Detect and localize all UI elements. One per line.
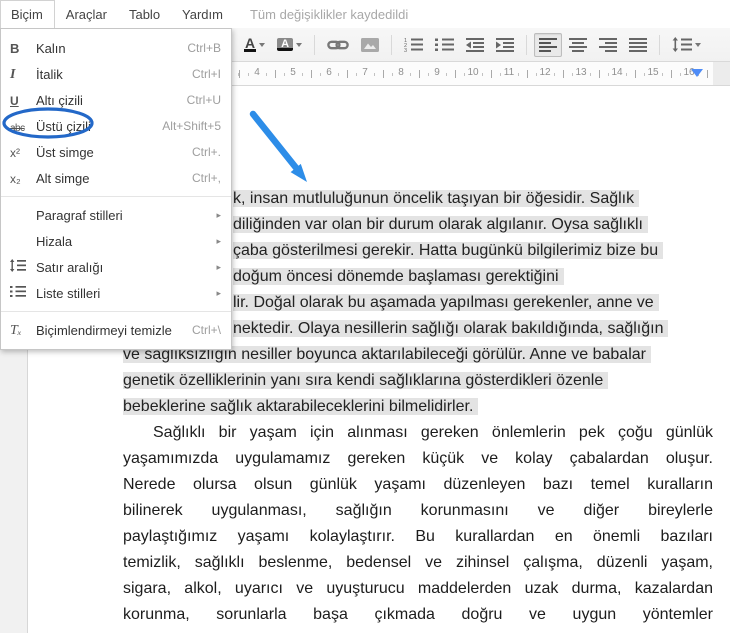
chevron-down-icon (259, 43, 265, 47)
align-left-icon (539, 37, 557, 52)
ruler-number: 13 (573, 67, 588, 78)
bulleted-list-button[interactable] (430, 33, 459, 57)
svg-text:3: 3 (404, 48, 407, 52)
toolbar-separator (391, 35, 392, 55)
strikethrough-icon (10, 119, 36, 134)
submenu-arrow-icon: ▸ (216, 288, 221, 299)
ruler-number: 8 (396, 67, 406, 78)
image-icon (361, 38, 379, 52)
line-spacing-icon (672, 37, 692, 52)
menu-separator (1, 196, 231, 197)
menu-separator (1, 311, 231, 312)
text-line: korunma, sorunlarla başa çıkmada doğru v… (123, 602, 713, 628)
toolbar-separator (314, 35, 315, 55)
menu-item-hizala[interactable]: Hizala ▸ (1, 228, 231, 254)
ruler-number: 11 (502, 67, 516, 78)
text-line: bilinerek uygulanması, sağlığın korunmas… (123, 498, 713, 524)
increase-indent-button[interactable] (491, 33, 519, 57)
submenu-arrow-icon: ▸ (216, 262, 221, 273)
highlight-color-icon (277, 38, 293, 51)
increase-indent-icon (496, 37, 514, 52)
menu-item-italik[interactable]: İtalik Ctrl+I (1, 61, 231, 87)
justify-icon (629, 37, 647, 52)
toolbar-separator (659, 35, 660, 55)
ruler-number: 14 (609, 67, 624, 78)
align-center-button[interactable] (564, 33, 592, 57)
text-line: temizlik, sağlıklı beslenme, bedensel ve… (123, 550, 713, 576)
format-dropdown-menu: Kalın Ctrl+B İtalik Ctrl+I Altı çizili C… (0, 28, 232, 350)
align-right-button[interactable] (594, 33, 622, 57)
highlight-color-button[interactable] (272, 33, 307, 57)
bold-icon (10, 41, 36, 56)
ruler-number: 15 (645, 67, 660, 78)
chevron-down-icon (296, 43, 302, 47)
ruler-number: 5 (288, 67, 298, 78)
ruler-number: 4 (252, 67, 262, 78)
subscript-icon (10, 171, 36, 186)
menu-yardim[interactable]: Yardım (171, 0, 234, 28)
text-line: genetik özelliklerinin yanı sıra kendi s… (0, 368, 730, 394)
menu-item-paragraf-stilleri[interactable]: Paragraf stilleri ▸ (1, 202, 231, 228)
align-right-icon (599, 37, 617, 52)
text-color-button[interactable] (239, 33, 270, 57)
bulleted-list-icon (435, 37, 454, 52)
menu-item-kalin[interactable]: Kalın Ctrl+B (1, 35, 231, 61)
menu-bar: Biçim Araçlar Tablo Yardım Tüm değişikli… (0, 0, 730, 28)
text-line: sigara, alkol, uyarıcı ve uyuşturucu mad… (123, 576, 713, 602)
menu-item-satir-araligi[interactable]: Satır aralığı ▸ (1, 254, 231, 280)
menu-tablo[interactable]: Tablo (118, 0, 171, 28)
ruler-number: 10 (465, 67, 480, 78)
align-left-button[interactable] (534, 33, 562, 57)
numbered-list-button[interactable]: 123 (399, 33, 428, 57)
italic-icon (10, 66, 36, 83)
ruler-number: 7 (360, 67, 370, 78)
text-color-icon (244, 37, 256, 52)
submenu-arrow-icon: ▸ (216, 236, 221, 247)
text-line: paylaştığımız yaşamı kolaylaştırır. Bu k… (123, 524, 713, 550)
line-spacing-icon (10, 259, 36, 275)
text-line: bebeklerine sağlık aktarabileceklerini b… (0, 394, 730, 420)
ruler-number: 6 (324, 67, 334, 78)
menu-item-liste-stilleri[interactable]: Liste stilleri ▸ (1, 280, 231, 306)
submenu-arrow-icon: ▸ (216, 210, 221, 221)
insert-image-button[interactable] (356, 33, 384, 57)
text-line: yaşamımızda uygulamamız gereken küçük ve… (123, 446, 713, 472)
list-styles-icon (10, 285, 36, 301)
menu-item-bicimlendirmeyi-temizle[interactable]: Biçimlendirmeyi temizle Ctrl+\ (1, 317, 231, 343)
ruler-number: 9 (432, 67, 442, 78)
superscript-icon (10, 145, 36, 160)
menu-araclar[interactable]: Araçlar (55, 0, 118, 28)
line-spacing-button[interactable] (667, 33, 706, 57)
menu-item-ust-simge[interactable]: Üst simge Ctrl+. (1, 139, 231, 165)
insert-link-button[interactable] (322, 33, 354, 57)
second-paragraph: Sağlıklı bir yaşam için alınması gereken… (123, 420, 713, 633)
menu-item-alt-simge[interactable]: Alt simge Ctrl+, (1, 165, 231, 191)
numbered-list-icon: 123 (404, 37, 423, 52)
menu-item-ustu-cizili[interactable]: Üstü çizili Alt+Shift+5 (1, 113, 231, 139)
link-icon (327, 39, 349, 51)
text-line: Nerede olursa olsun günlük yaşamı düzenl… (123, 472, 713, 498)
text-line: kullanmadır. (123, 628, 713, 633)
toolbar-separator (526, 35, 527, 55)
ruler-number: 12 (537, 67, 552, 78)
menu-item-alti-cizili[interactable]: Altı çizili Ctrl+U (1, 87, 231, 113)
menu-bicim[interactable]: Biçim (0, 0, 55, 28)
underline-icon (10, 93, 36, 108)
decrease-indent-button[interactable] (461, 33, 489, 57)
justify-button[interactable] (624, 33, 652, 57)
text-line: Sağlıklı bir yaşam için alınması gereken… (123, 420, 713, 446)
clear-formatting-icon (10, 322, 36, 339)
right-indent-marker[interactable] (691, 69, 703, 77)
decrease-indent-icon (466, 37, 484, 52)
chevron-down-icon (695, 43, 701, 47)
ruler-right-cap (713, 62, 730, 85)
align-center-icon (569, 37, 587, 52)
save-status-text: Tüm değişiklikler kaydedildi (234, 0, 408, 28)
